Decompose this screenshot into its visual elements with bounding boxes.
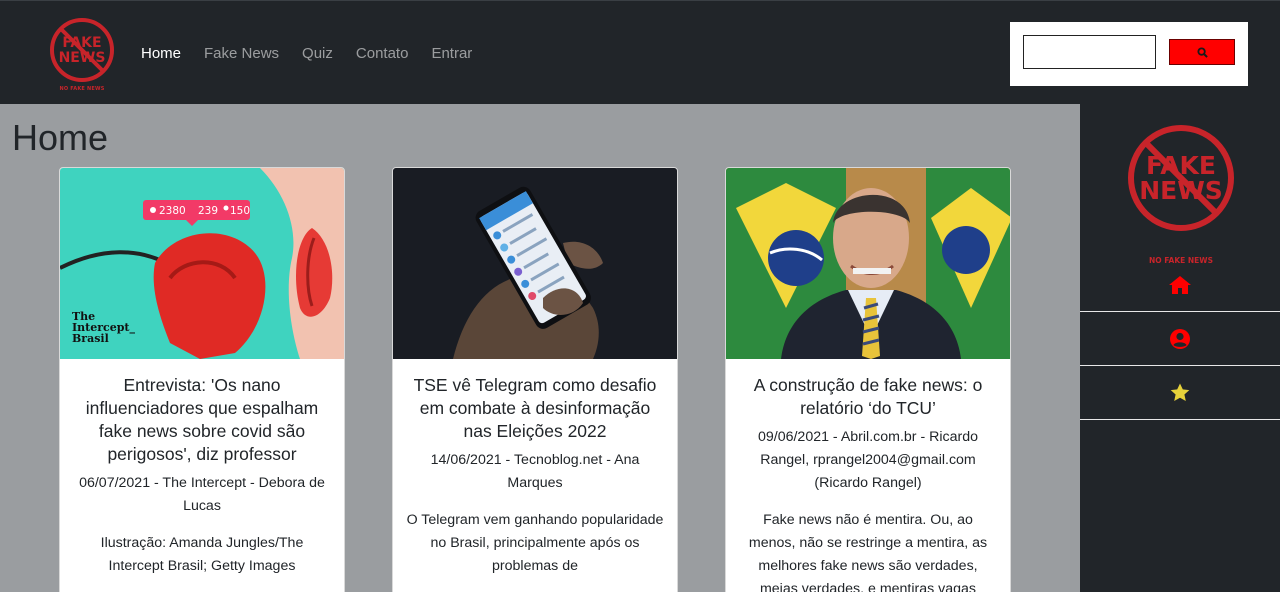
brand-caption: NO FAKE NEWS — [59, 86, 105, 92]
page-title: Home — [12, 117, 109, 158]
main-content: Home 2380 239 150 The Intercept_ Brasil … — [0, 104, 1080, 592]
card-meta: 09/06/2021 - Abril.com.br - Ricardo Rang… — [757, 429, 978, 491]
nav-link-contato[interactable]: Contato — [356, 45, 409, 63]
badge-followers: 150 — [230, 205, 250, 217]
card-text: Ilustração: Amanda Jungles/The Intercept… — [100, 535, 304, 574]
card-image-president[interactable] — [726, 168, 1010, 359]
star-icon — [1170, 383, 1190, 401]
card-image-telegram[interactable] — [393, 168, 677, 359]
search-form — [1010, 22, 1248, 86]
sidebar-item-home[interactable] — [1080, 258, 1280, 312]
search-button[interactable] — [1169, 39, 1235, 65]
nav-links: Home Fake News Quiz Contato Entrar — [141, 45, 495, 63]
intercept-logo-line3: Brasil — [72, 332, 109, 345]
sidebar-item-profile[interactable] — [1080, 312, 1280, 366]
brand-logo[interactable]: FAKE NEWS NO FAKE NEWS — [46, 17, 118, 95]
card-text: O Telegram vem ganhando popularidade no … — [406, 512, 664, 574]
no-fake-news-logo-icon: FAKE NEWS — [1128, 125, 1234, 231]
news-card[interactable]: 2380 239 150 The Intercept_ Brasil Entre… — [59, 167, 345, 592]
card-image-intercept[interactable]: 2380 239 150 The Intercept_ Brasil — [60, 168, 344, 359]
card-title[interactable]: A construção de fake news: o relatório ‘… — [738, 374, 998, 420]
user-circle-icon — [1170, 328, 1190, 349]
nav-link-home[interactable]: Home — [141, 45, 181, 63]
card-meta: 14/06/2021 - Tecnoblog.net - Ana Marques — [430, 452, 640, 491]
nav-link-fake-news[interactable]: Fake News — [204, 45, 279, 63]
news-card[interactable]: TSE vê Telegram como desafio em combate … — [392, 167, 678, 592]
badge-likes: 239 — [198, 205, 218, 217]
nav-link-quiz[interactable]: Quiz — [302, 45, 333, 63]
navbar: FAKE NEWS NO FAKE NEWS Home Fake News Qu… — [0, 0, 1280, 104]
search-input[interactable] — [1023, 35, 1156, 69]
sidebar-item-favorites[interactable] — [1080, 366, 1280, 420]
card-title[interactable]: Entrevista: 'Os nano influenciadores que… — [72, 374, 332, 466]
sidebar: FAKE NEWS NO FAKE NEWS — [1080, 104, 1280, 592]
nav-link-entrar[interactable]: Entrar — [431, 45, 472, 63]
badge-views: 2380 — [159, 205, 186, 217]
no-fake-news-logo-icon: FAKE NEWS — [50, 18, 114, 82]
card-title[interactable]: TSE vê Telegram como desafio em combate … — [405, 374, 665, 443]
sidebar-logo[interactable]: FAKE NEWS NO FAKE NEWS — [1125, 122, 1237, 265]
search-icon — [1196, 46, 1208, 58]
card-meta: 06/07/2021 - The Intercept - Debora de L… — [79, 475, 325, 514]
news-card[interactable]: A construção de fake news: o relatório ‘… — [725, 167, 1011, 592]
card-text: Fake news não é mentira. Ou, ao menos, n… — [748, 512, 988, 592]
home-icon — [1169, 275, 1191, 294]
